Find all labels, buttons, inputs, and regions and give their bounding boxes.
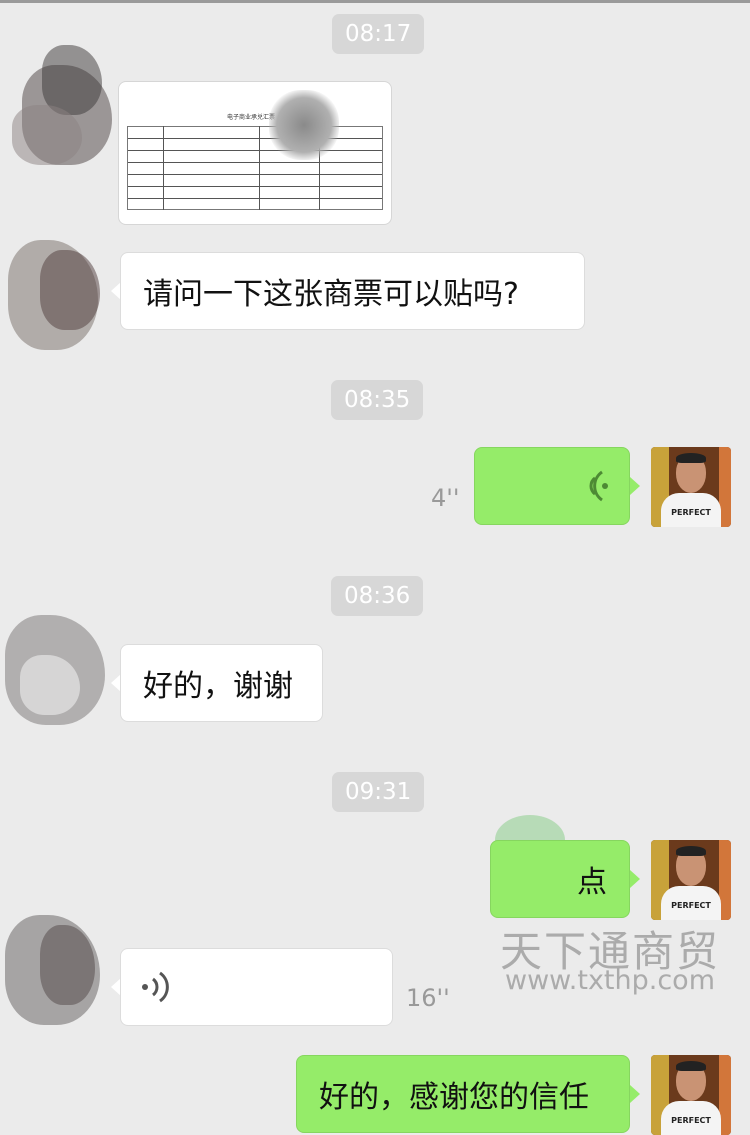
bubble-tail bbox=[630, 477, 640, 495]
message-text: 好的，感谢您的信任 bbox=[319, 1080, 589, 1115]
voice-duration: 4'' bbox=[431, 484, 460, 512]
top-divider bbox=[0, 0, 750, 3]
avatar[interactable] bbox=[12, 45, 122, 185]
my-avatar[interactable]: PERFECT bbox=[651, 447, 731, 527]
invoice-document-thumbnail: 电子商业承兑汇票 bbox=[227, 114, 276, 121]
voice-duration: 16'' bbox=[406, 984, 450, 1012]
avatar[interactable] bbox=[0, 225, 110, 365]
message-bubble-incoming[interactable]: 请问一下这张商票可以贴吗? bbox=[120, 252, 585, 330]
message-text: 好的，谢谢 bbox=[143, 669, 293, 704]
timestamp: 09:31 bbox=[332, 772, 425, 812]
redaction-scribble bbox=[269, 90, 339, 160]
avatar[interactable] bbox=[0, 605, 110, 745]
message-bubble-outgoing[interactable]: 点 bbox=[490, 840, 630, 918]
my-avatar[interactable]: PERFECT bbox=[651, 1055, 731, 1135]
invoice-image-message[interactable]: 电子商业承兑汇票 bbox=[118, 81, 392, 225]
bubble-tail bbox=[630, 1085, 640, 1103]
timestamp: 08:36 bbox=[331, 576, 424, 616]
voice-wave-icon bbox=[142, 971, 169, 1003]
bubble-tail bbox=[630, 870, 640, 888]
message-bubble-incoming[interactable]: 好的，谢谢 bbox=[120, 644, 323, 722]
timestamp: 08:17 bbox=[332, 14, 425, 54]
voice-wave-icon bbox=[589, 470, 608, 502]
timestamp: 08:35 bbox=[331, 380, 424, 420]
watermark-url: www.txthp.com bbox=[505, 965, 716, 996]
message-bubble-outgoing[interactable]: 好的，感谢您的信任 bbox=[296, 1055, 630, 1133]
voice-message-outgoing[interactable] bbox=[474, 447, 630, 525]
voice-message-incoming[interactable] bbox=[120, 948, 393, 1026]
my-avatar[interactable]: PERFECT bbox=[651, 840, 731, 920]
message-text: 请问一下这张商票可以贴吗? bbox=[143, 277, 519, 312]
avatar[interactable] bbox=[0, 905, 110, 1045]
message-text: 点 bbox=[577, 865, 607, 900]
